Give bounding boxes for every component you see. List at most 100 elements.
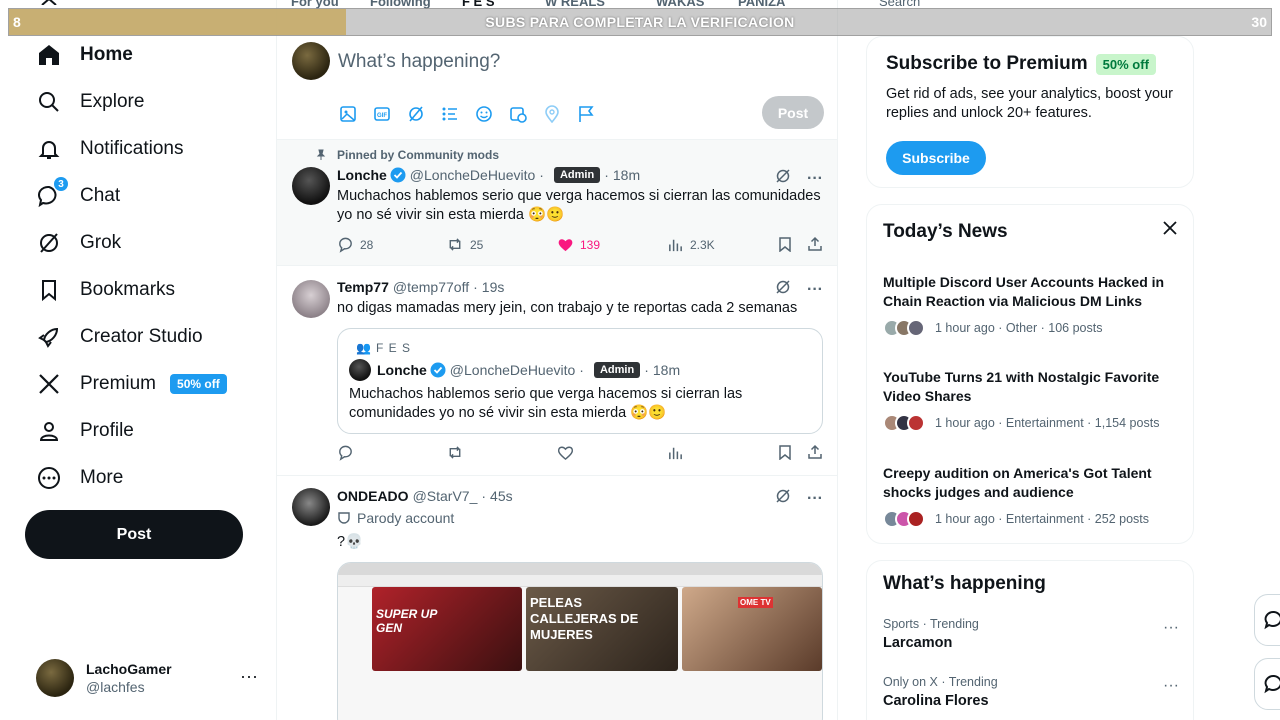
views-button[interactable] — [667, 444, 690, 461]
tweet-time[interactable]: 18m — [613, 167, 640, 183]
bookmark-icon — [36, 277, 62, 303]
pinned-text: Pinned by Community mods — [337, 148, 500, 162]
quoted-tweet[interactable]: 👥 F E S Lonche @LoncheDeHuevito · Admin ·… — [337, 328, 823, 434]
sidebar-item-chat[interactable]: 3 Chat — [36, 177, 121, 214]
views-button[interactable]: 2.3K — [667, 236, 715, 253]
grok-icon[interactable] — [775, 279, 791, 300]
reply-button[interactable] — [337, 444, 360, 461]
news-headline: YouTube Turns 21 with Nostalgic Favorite… — [883, 369, 1160, 404]
bell-icon — [36, 136, 62, 162]
messages-float-button[interactable] — [1254, 658, 1280, 710]
author-handle[interactable]: @temp77off — [393, 279, 469, 295]
like-button[interactable]: 139 — [557, 236, 600, 253]
tweet-media-image[interactable]: SUPER UP GEN PELEAS CALLEJERAS DE MUJERE… — [337, 562, 823, 720]
grok-icon[interactable] — [775, 168, 791, 189]
more-dots-icon[interactable]: ··· — [1163, 619, 1179, 637]
more-dots-icon[interactable]: ··· — [807, 490, 823, 508]
video-thumbnail[interactable]: SUPER UP GEN — [372, 587, 522, 671]
avatar[interactable] — [292, 280, 330, 318]
view-count: 2.3K — [690, 237, 715, 252]
avatar[interactable] — [292, 167, 330, 205]
tweet[interactable]: Pinned by Community mods Lonche @LoncheD… — [277, 140, 837, 266]
video-thumbnail[interactable]: OME TV — [682, 587, 822, 671]
reply-button[interactable]: 28 — [337, 236, 373, 253]
subscribe-button[interactable]: Subscribe — [886, 141, 986, 175]
premium-title: Subscribe to Premium — [886, 53, 1088, 74]
sidebar-item-home[interactable]: Home — [36, 37, 133, 73]
share-icon[interactable] — [807, 444, 829, 460]
schedule-icon[interactable] — [509, 104, 543, 124]
sidebar-item-grok[interactable]: Grok — [36, 225, 121, 261]
compose-input[interactable]: What’s happening? — [338, 51, 500, 73]
sidebar-item-notifications[interactable]: Notifications — [36, 131, 184, 167]
premium-card: Subscribe to Premium 50% off Get rid of … — [866, 36, 1194, 188]
premium-discount-badge: 50% off — [170, 374, 227, 394]
chat-icon — [1264, 611, 1280, 630]
video-thumbnail[interactable]: PELEAS CALLEJERAS DE MUJERES — [526, 587, 678, 671]
tweet-text: Muchachos hablemos serio que verga hacem… — [337, 188, 821, 223]
location-icon[interactable] — [543, 104, 577, 124]
gif-icon[interactable]: GIF — [373, 104, 407, 124]
person-icon — [36, 418, 62, 444]
more-dots-icon[interactable]: ··· — [807, 170, 823, 188]
author-handle: @LoncheDeHuevito — [449, 362, 576, 378]
grok-float-button[interactable] — [1254, 594, 1280, 646]
image-icon[interactable] — [339, 104, 373, 124]
author-handle[interactable]: @LoncheDeHuevito — [410, 167, 536, 183]
news-headline: Creepy audition on America's Got Talent … — [883, 465, 1152, 500]
bookmark-icon[interactable] — [777, 444, 799, 460]
author-name[interactable]: Temp77 — [337, 279, 389, 295]
author-name[interactable]: ONDEADO — [337, 488, 409, 504]
avatar[interactable] — [292, 488, 330, 526]
sidebar-item-label: Premium — [80, 373, 157, 394]
share-icon[interactable] — [807, 236, 829, 252]
trend-item[interactable]: Only on X · Trending Carolina Flores ··· — [883, 675, 1179, 709]
more-dots-icon[interactable]: ··· — [807, 281, 823, 299]
sidebar-item-more[interactable]: More — [36, 460, 123, 496]
grok-icon[interactable] — [775, 488, 791, 509]
thumbnail-text: PELEAS CALLEJERAS DE MUJERES — [530, 595, 639, 642]
trend-name: Carolina Flores — [883, 693, 989, 709]
grok-icon[interactable] — [407, 104, 441, 124]
repost-count: 25 — [470, 237, 484, 252]
flag-icon[interactable] — [577, 104, 611, 124]
timeline: What’s happening? GIF Post Pinned by Com… — [276, 0, 838, 720]
sidebar-item-bookmarks[interactable]: Bookmarks — [36, 272, 175, 308]
like-button[interactable] — [557, 444, 580, 461]
poll-icon[interactable] — [441, 104, 475, 124]
avatar — [36, 659, 74, 697]
verified-icon — [390, 167, 406, 183]
post-button[interactable]: Post — [25, 510, 243, 559]
news-item[interactable]: Multiple Discord User Accounts Hacked in… — [883, 273, 1179, 337]
discount-badge: 50% off — [1095, 53, 1156, 75]
bookmark-icon[interactable] — [777, 236, 799, 252]
sidebar-item-premium[interactable]: Premium 50% off — [36, 366, 227, 402]
x-logo-icon[interactable] — [40, 0, 58, 6]
sidebar-item-label: Chat — [80, 185, 121, 206]
sidebar-item-explore[interactable]: Explore — [36, 84, 144, 120]
grok-icon — [36, 230, 62, 256]
sidebar-item-creator-studio[interactable]: Creator Studio — [36, 319, 203, 355]
trend-name: Larcamon — [883, 635, 953, 651]
sidebar-item-profile[interactable]: Profile — [36, 413, 134, 449]
repost-button[interactable]: 25 — [446, 236, 483, 253]
reply-count: 28 — [360, 237, 374, 252]
tweet-time[interactable]: 19s — [482, 279, 505, 295]
repost-button[interactable] — [446, 444, 470, 461]
tweet-time[interactable]: 45s — [490, 488, 513, 504]
search-icon — [36, 89, 62, 115]
emoji-icon[interactable] — [475, 104, 509, 124]
news-item[interactable]: Creepy audition on America's Got Talent … — [883, 464, 1179, 528]
compose-post-button[interactable]: Post — [762, 96, 824, 129]
author-name[interactable]: Lonche — [337, 167, 387, 183]
author-handle[interactable]: @StarV7_ — [413, 488, 478, 504]
more-dots-icon[interactable]: ··· — [1163, 677, 1179, 695]
trend-item[interactable]: Sports · Trending Larcamon ··· — [883, 617, 1179, 651]
avatar — [349, 359, 371, 381]
sidebar-item-label: Explore — [80, 91, 145, 112]
news-item[interactable]: YouTube Turns 21 with Nostalgic Favorite… — [883, 368, 1179, 432]
sidebar-item-label: Bookmarks — [80, 279, 176, 300]
account-switcher[interactable]: LachoGamer @lachfes ··· — [36, 658, 258, 698]
chat-badge: 3 — [54, 177, 68, 191]
close-icon[interactable] — [1163, 221, 1177, 240]
